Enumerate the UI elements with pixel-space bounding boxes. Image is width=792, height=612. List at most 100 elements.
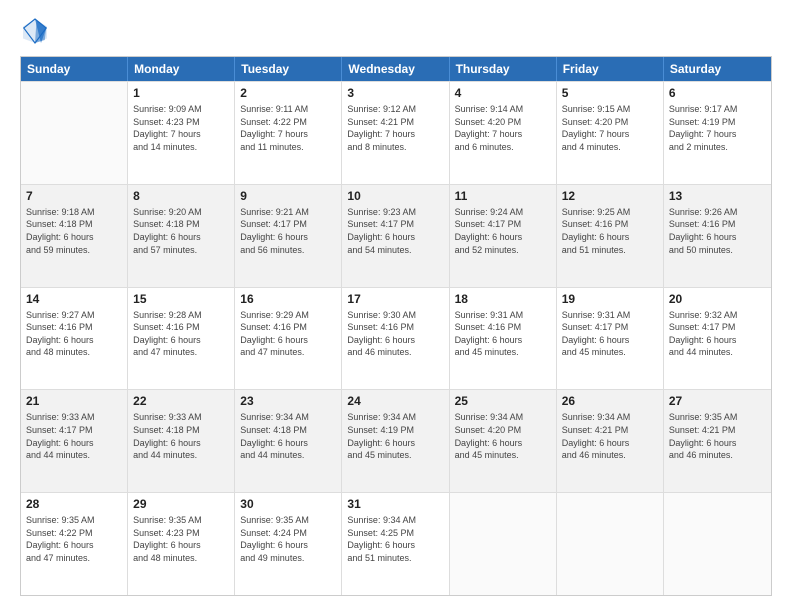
page: SundayMondayTuesdayWednesdayThursdayFrid…: [0, 0, 792, 612]
cell-detail: Sunrise: 9:28 AM Sunset: 4:16 PM Dayligh…: [133, 309, 229, 359]
cell-detail: Sunrise: 9:14 AM Sunset: 4:20 PM Dayligh…: [455, 103, 551, 153]
week-row-2: 14 Sunrise: 9:27 AM Sunset: 4:16 PM Dayli…: [21, 287, 771, 390]
cell-detail: Sunrise: 9:17 AM Sunset: 4:19 PM Dayligh…: [669, 103, 766, 153]
day-number: 28: [26, 497, 122, 511]
week-row-3: 21 Sunrise: 9:33 AM Sunset: 4:17 PM Dayli…: [21, 389, 771, 492]
day-number: 23: [240, 394, 336, 408]
day-number: 11: [455, 189, 551, 203]
cal-cell: 4 Sunrise: 9:14 AM Sunset: 4:20 PM Daylig…: [450, 82, 557, 184]
cell-detail: Sunrise: 9:35 AM Sunset: 4:24 PM Dayligh…: [240, 514, 336, 564]
day-number: 18: [455, 292, 551, 306]
cell-detail: Sunrise: 9:33 AM Sunset: 4:18 PM Dayligh…: [133, 411, 229, 461]
header-monday: Monday: [128, 57, 235, 81]
cal-cell: [557, 493, 664, 595]
cell-detail: Sunrise: 9:32 AM Sunset: 4:17 PM Dayligh…: [669, 309, 766, 359]
logo-icon: [20, 16, 50, 46]
cal-cell: 27 Sunrise: 9:35 AM Sunset: 4:21 PM Dayli…: [664, 390, 771, 492]
cell-detail: Sunrise: 9:27 AM Sunset: 4:16 PM Dayligh…: [26, 309, 122, 359]
day-number: 1: [133, 86, 229, 100]
day-number: 27: [669, 394, 766, 408]
day-number: 15: [133, 292, 229, 306]
cell-detail: Sunrise: 9:33 AM Sunset: 4:17 PM Dayligh…: [26, 411, 122, 461]
header-wednesday: Wednesday: [342, 57, 449, 81]
day-number: 24: [347, 394, 443, 408]
cell-detail: Sunrise: 9:23 AM Sunset: 4:17 PM Dayligh…: [347, 206, 443, 256]
cell-detail: Sunrise: 9:34 AM Sunset: 4:25 PM Dayligh…: [347, 514, 443, 564]
cal-cell: 25Sunrise: 9:34 AM Sunset: 4:20 PM Dayli…: [450, 390, 557, 492]
day-number: 16: [240, 292, 336, 306]
cell-detail: Sunrise: 9:34 AM Sunset: 4:18 PM Dayligh…: [240, 411, 336, 461]
day-number: 31: [347, 497, 443, 511]
calendar: SundayMondayTuesdayWednesdayThursdayFrid…: [20, 56, 772, 596]
cell-detail: Sunrise: 9:09 AM Sunset: 4:23 PM Dayligh…: [133, 103, 229, 153]
day-number: 17: [347, 292, 443, 306]
day-number: 20: [669, 292, 766, 306]
day-number: 19: [562, 292, 658, 306]
cal-cell: 15 Sunrise: 9:28 AM Sunset: 4:16 PM Dayli…: [128, 288, 235, 390]
cal-cell: 30 Sunrise: 9:35 AM Sunset: 4:24 PM Dayli…: [235, 493, 342, 595]
cal-cell: 3Sunrise: 9:12 AM Sunset: 4:21 PM Daylig…: [342, 82, 449, 184]
day-number: 12: [562, 189, 658, 203]
cal-cell: 1 Sunrise: 9:09 AM Sunset: 4:23 PM Daylig…: [128, 82, 235, 184]
header-sunday: Sunday: [21, 57, 128, 81]
cal-cell: 24 Sunrise: 9:34 AM Sunset: 4:19 PM Dayli…: [342, 390, 449, 492]
cal-cell: 20 Sunrise: 9:32 AM Sunset: 4:17 PM Dayli…: [664, 288, 771, 390]
cal-cell: [664, 493, 771, 595]
cal-cell: 2 Sunrise: 9:11 AM Sunset: 4:22 PM Daylig…: [235, 82, 342, 184]
cell-detail: Sunrise: 9:24 AM Sunset: 4:17 PM Dayligh…: [455, 206, 551, 256]
cal-cell: 10 Sunrise: 9:23 AM Sunset: 4:17 PM Dayli…: [342, 185, 449, 287]
cal-cell: [21, 82, 128, 184]
header-saturday: Saturday: [664, 57, 771, 81]
header: [20, 16, 772, 46]
cell-detail: Sunrise: 9:35 AM Sunset: 4:21 PM Dayligh…: [669, 411, 766, 461]
cal-cell: 22 Sunrise: 9:33 AM Sunset: 4:18 PM Dayli…: [128, 390, 235, 492]
cell-detail: Sunrise: 9:18 AM Sunset: 4:18 PM Dayligh…: [26, 206, 122, 256]
cal-cell: 23 Sunrise: 9:34 AM Sunset: 4:18 PM Dayli…: [235, 390, 342, 492]
day-number: 9: [240, 189, 336, 203]
header-thursday: Thursday: [450, 57, 557, 81]
week-row-1: 7Sunrise: 9:18 AM Sunset: 4:18 PM Daylig…: [21, 184, 771, 287]
cal-cell: 12Sunrise: 9:25 AM Sunset: 4:16 PM Dayli…: [557, 185, 664, 287]
day-number: 30: [240, 497, 336, 511]
cal-cell: 13Sunrise: 9:26 AM Sunset: 4:16 PM Dayli…: [664, 185, 771, 287]
cal-cell: 8Sunrise: 9:20 AM Sunset: 4:18 PM Daylig…: [128, 185, 235, 287]
day-number: 22: [133, 394, 229, 408]
week-row-4: 28 Sunrise: 9:35 AM Sunset: 4:22 PM Dayli…: [21, 492, 771, 595]
cal-cell: 31 Sunrise: 9:34 AM Sunset: 4:25 PM Dayli…: [342, 493, 449, 595]
day-number: 21: [26, 394, 122, 408]
cal-cell: 16 Sunrise: 9:29 AM Sunset: 4:16 PM Dayli…: [235, 288, 342, 390]
day-number: 14: [26, 292, 122, 306]
cell-detail: Sunrise: 9:35 AM Sunset: 4:23 PM Dayligh…: [133, 514, 229, 564]
cal-cell: 21 Sunrise: 9:33 AM Sunset: 4:17 PM Dayli…: [21, 390, 128, 492]
cal-cell: 7Sunrise: 9:18 AM Sunset: 4:18 PM Daylig…: [21, 185, 128, 287]
day-number: 6: [669, 86, 766, 100]
cell-detail: Sunrise: 9:21 AM Sunset: 4:17 PM Dayligh…: [240, 206, 336, 256]
cal-cell: 18Sunrise: 9:31 AM Sunset: 4:16 PM Dayli…: [450, 288, 557, 390]
cal-cell: 28 Sunrise: 9:35 AM Sunset: 4:22 PM Dayli…: [21, 493, 128, 595]
calendar-body: 1 Sunrise: 9:09 AM Sunset: 4:23 PM Daylig…: [21, 81, 771, 595]
cal-cell: [450, 493, 557, 595]
cell-detail: Sunrise: 9:29 AM Sunset: 4:16 PM Dayligh…: [240, 309, 336, 359]
header-friday: Friday: [557, 57, 664, 81]
cell-detail: Sunrise: 9:31 AM Sunset: 4:17 PM Dayligh…: [562, 309, 658, 359]
cal-cell: 11 Sunrise: 9:24 AM Sunset: 4:17 PM Dayli…: [450, 185, 557, 287]
cell-detail: Sunrise: 9:35 AM Sunset: 4:22 PM Dayligh…: [26, 514, 122, 564]
cal-cell: 26Sunrise: 9:34 AM Sunset: 4:21 PM Dayli…: [557, 390, 664, 492]
cal-cell: 29Sunrise: 9:35 AM Sunset: 4:23 PM Dayli…: [128, 493, 235, 595]
day-number: 4: [455, 86, 551, 100]
cal-cell: 17 Sunrise: 9:30 AM Sunset: 4:16 PM Dayli…: [342, 288, 449, 390]
day-number: 2: [240, 86, 336, 100]
cell-detail: Sunrise: 9:11 AM Sunset: 4:22 PM Dayligh…: [240, 103, 336, 153]
cal-cell: 5Sunrise: 9:15 AM Sunset: 4:20 PM Daylig…: [557, 82, 664, 184]
day-number: 10: [347, 189, 443, 203]
cell-detail: Sunrise: 9:34 AM Sunset: 4:21 PM Dayligh…: [562, 411, 658, 461]
cell-detail: Sunrise: 9:30 AM Sunset: 4:16 PM Dayligh…: [347, 309, 443, 359]
day-number: 3: [347, 86, 443, 100]
logo: [20, 16, 54, 46]
day-number: 13: [669, 189, 766, 203]
cal-cell: 6 Sunrise: 9:17 AM Sunset: 4:19 PM Daylig…: [664, 82, 771, 184]
cal-cell: 14 Sunrise: 9:27 AM Sunset: 4:16 PM Dayli…: [21, 288, 128, 390]
cell-detail: Sunrise: 9:34 AM Sunset: 4:19 PM Dayligh…: [347, 411, 443, 461]
cell-detail: Sunrise: 9:20 AM Sunset: 4:18 PM Dayligh…: [133, 206, 229, 256]
cal-cell: 9 Sunrise: 9:21 AM Sunset: 4:17 PM Daylig…: [235, 185, 342, 287]
